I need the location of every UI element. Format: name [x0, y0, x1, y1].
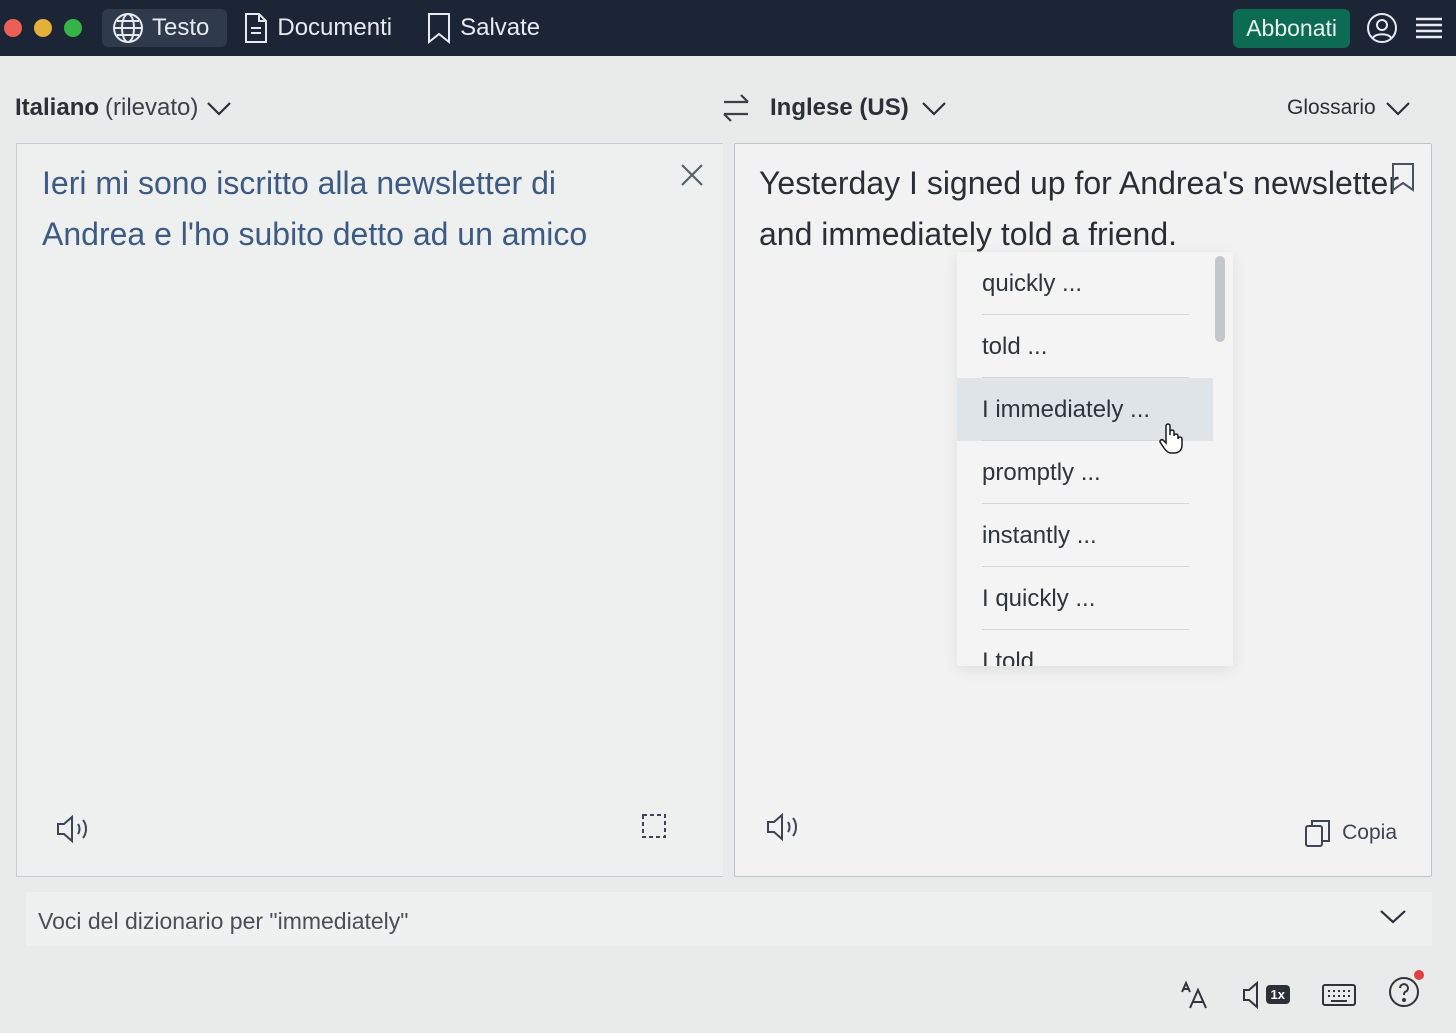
tab-salvate[interactable]: Salvate — [416, 9, 558, 47]
tab-label: Documenti — [277, 14, 393, 41]
swap-languages-button[interactable] — [720, 90, 752, 131]
target-language-selector[interactable]: Inglese (US) — [770, 94, 949, 122]
chevron-down-icon — [921, 102, 946, 116]
chevron-down-icon — [1385, 102, 1410, 116]
swap-icon — [723, 94, 749, 122]
help-icon — [1389, 977, 1419, 1007]
zoom-window-button[interactable] — [64, 19, 82, 37]
dictionary-bar[interactable]: Voci del dizionario per "immediately" — [26, 892, 1432, 946]
main-nav: Testo Documenti Salvate — [102, 9, 558, 47]
bookmark-icon — [428, 13, 451, 44]
notification-dot — [1414, 970, 1424, 980]
tab-label: Testo — [152, 14, 210, 41]
tab-testo[interactable]: Testo — [102, 9, 228, 47]
dropdown-scrollbar[interactable] — [1215, 256, 1225, 342]
speech-speed-button[interactable]: 1x — [1242, 980, 1290, 1009]
keyboard-icon[interactable] — [1322, 983, 1356, 1007]
close-icon — [681, 164, 703, 186]
help-button[interactable] — [1388, 970, 1424, 1013]
speaker-icon — [57, 814, 87, 844]
chevron-down-icon[interactable] — [1378, 906, 1408, 926]
hand-cursor-icon — [1158, 422, 1184, 459]
alternative-option[interactable]: I quickly ... — [957, 567, 1233, 630]
source-language-detected: (rilevato) — [105, 94, 199, 121]
bottom-toolbar: 1x — [1180, 970, 1424, 1013]
source-language-selector[interactable]: Italiano (rilevato) — [15, 94, 234, 122]
source-language-name: Italiano — [15, 94, 100, 121]
topbar-actions: Abbonati — [1233, 8, 1444, 48]
alternative-option[interactable]: I told — [957, 630, 1233, 667]
chevron-down-icon — [207, 102, 232, 116]
alternative-option[interactable]: quickly ... — [957, 252, 1233, 315]
alternative-option[interactable]: instantly ... — [957, 504, 1233, 567]
minimize-window-button[interactable] — [34, 19, 52, 37]
alternative-option[interactable]: told ... — [957, 315, 1233, 378]
select-text-button[interactable] — [641, 813, 671, 848]
source-listen-button[interactable] — [55, 813, 93, 850]
speaker-icon — [1242, 980, 1258, 1009]
tab-label: Salvate — [460, 14, 541, 41]
document-icon — [245, 13, 268, 43]
source-text-input[interactable]: Ieri mi sono iscritto alla newsletter di… — [42, 158, 642, 260]
top-bar: Testo Documenti Salvate Abbonati — [0, 0, 1456, 56]
close-window-button[interactable] — [4, 19, 22, 37]
subscribe-button[interactable]: Abbonati — [1233, 8, 1350, 48]
copy-label: Copia — [1342, 821, 1397, 844]
source-panel: Ieri mi sono iscritto alla newsletter di… — [16, 143, 723, 877]
copy-icon — [1305, 820, 1331, 847]
target-language-name: Inglese (US) — [770, 94, 909, 121]
glossary-dropdown[interactable]: Glossario — [1287, 96, 1412, 120]
bookmark-icon — [1392, 163, 1414, 192]
text-size-icon[interactable] — [1180, 980, 1210, 1010]
language-row: Italiano (rilevato) Inglese (US) Glossar… — [0, 88, 1456, 132]
dictionary-label: Voci del dizionario per "immediately" — [38, 908, 409, 934]
tab-documenti[interactable]: Documenti — [233, 9, 410, 47]
globe-icon — [113, 13, 143, 43]
target-listen-button[interactable] — [765, 811, 803, 848]
selection-icon — [642, 814, 666, 838]
alternative-option[interactable]: promptly ... — [957, 441, 1233, 504]
glossary-label: Glossario — [1287, 96, 1376, 119]
copy-button[interactable]: Copia — [1304, 818, 1397, 848]
alternatives-dropdown: quickly ... told ... I immediately ... p… — [957, 252, 1233, 666]
account-icon[interactable] — [1366, 12, 1398, 44]
window-controls — [4, 19, 82, 37]
speaker-icon — [767, 812, 797, 842]
menu-icon[interactable] — [1414, 15, 1444, 41]
translation-output[interactable]: Yesterday I signed up for Andrea's newsl… — [759, 158, 1399, 260]
clear-source-button[interactable] — [679, 162, 705, 193]
speed-badge: 1x — [1265, 985, 1290, 1004]
save-translation-button[interactable] — [1391, 162, 1415, 197]
